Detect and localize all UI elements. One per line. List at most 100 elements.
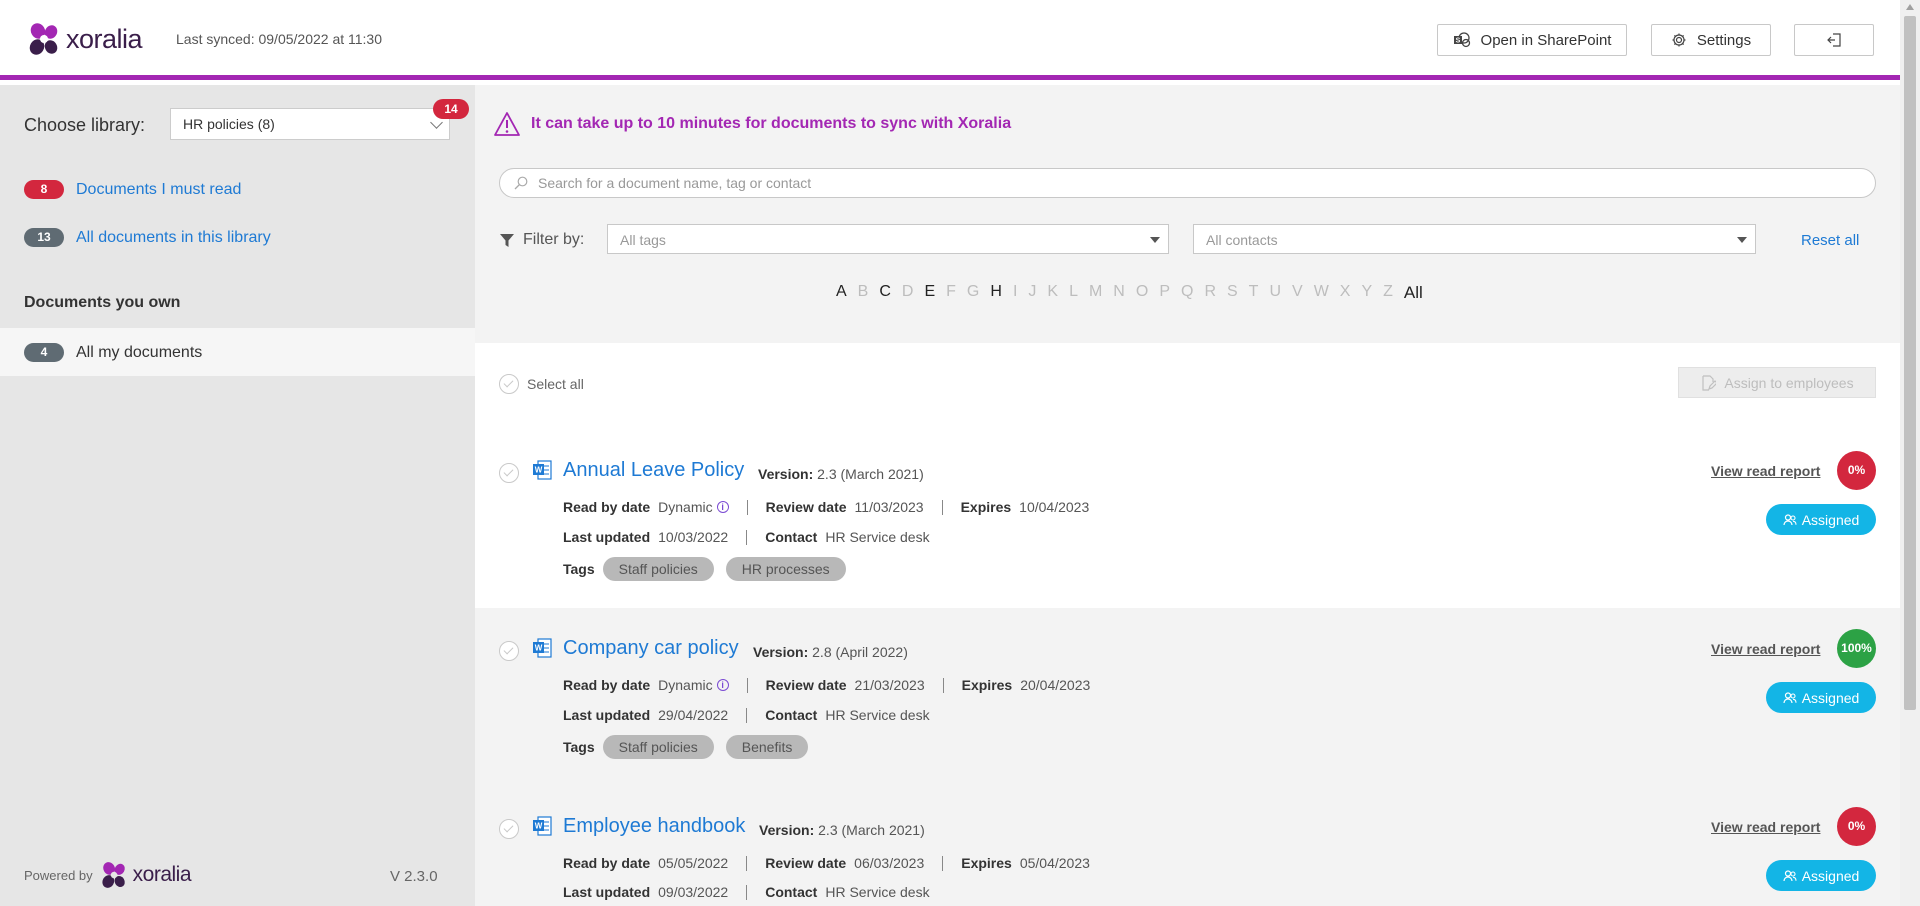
info-icon[interactable]: i — [716, 679, 729, 691]
tag-chip[interactable]: Benefits — [725, 735, 809, 759]
alpha-filter-b[interactable]: B — [858, 283, 869, 303]
select-all-label: Select all — [527, 376, 584, 392]
filter-icon — [499, 233, 515, 248]
xoralia-logo[interactable]: xoralia — [28, 22, 143, 56]
sidebar-item-all-documents[interactable]: 13 All documents in this library — [24, 228, 271, 247]
search-input[interactable]: Search for a document name, tag or conta… — [499, 168, 1876, 198]
alpha-filter-a[interactable]: A — [836, 283, 847, 303]
document-select-checkbox[interactable] — [499, 819, 519, 839]
sync-warning: It can take up to 10 minutes for documen… — [493, 111, 1011, 137]
powered-brand-name: xoralia — [132, 863, 192, 886]
users-icon — [1783, 869, 1797, 883]
document-version: Version: 2.3 (March 2021) — [758, 466, 924, 482]
alpha-filter-r[interactable]: R — [1204, 283, 1216, 303]
alpha-filter-all[interactable]: All — [1404, 283, 1423, 303]
document-updated-contact: Last updated 09/03/2022 Contact HR Service… — [563, 884, 930, 900]
assigned-button[interactable]: Assigned — [1766, 682, 1876, 713]
alpha-filter-d[interactable]: D — [902, 283, 914, 303]
assigned-button[interactable]: Assigned — [1766, 860, 1876, 891]
tag-chip[interactable]: HR processes — [725, 557, 846, 581]
must-read-label: Documents I must read — [76, 180, 242, 198]
assign-to-employees-button[interactable]: Assign to employees — [1678, 367, 1876, 398]
exit-icon — [1826, 32, 1842, 48]
brand-name: xoralia — [66, 23, 143, 54]
all-documents-label: All documents in this library — [76, 228, 271, 246]
document-title-link[interactable]: Annual Leave Policy — [563, 459, 744, 482]
scrollbar-thumb[interactable] — [1904, 16, 1916, 710]
svg-text:W: W — [535, 644, 543, 653]
alpha-filter-t[interactable]: T — [1249, 283, 1259, 303]
alpha-filter-x[interactable]: X — [1340, 283, 1351, 303]
alpha-filter-p[interactable]: P — [1159, 283, 1170, 303]
alpha-filter-s[interactable]: S — [1227, 283, 1238, 303]
settings-label: Settings — [1696, 31, 1752, 49]
read-percent-badge: 100% — [1837, 629, 1876, 668]
contacts-filter-dropdown[interactable]: All contacts — [1193, 224, 1756, 254]
alpha-filter-v[interactable]: V — [1292, 283, 1303, 303]
settings-button[interactable]: Settings — [1651, 24, 1771, 56]
read-percent-badge: 0% — [1837, 451, 1876, 490]
xoralia-small-logo-icon — [101, 861, 127, 889]
alpha-filter-o[interactable]: O — [1136, 283, 1148, 303]
library-count-badge: 14 — [433, 99, 469, 119]
check-circle-icon — [499, 374, 519, 394]
view-read-report-link[interactable]: View read report — [1711, 463, 1820, 479]
page-scrollbar[interactable] — [1900, 0, 1920, 906]
tag-chip[interactable]: Staff policies — [602, 557, 714, 581]
users-icon — [1783, 691, 1797, 705]
view-read-report-link[interactable]: View read report — [1711, 819, 1820, 835]
document-row: W Employee handbook Version: 2.3 (March … — [475, 786, 1900, 906]
alpha-filter-n[interactable]: N — [1113, 283, 1125, 303]
alpha-filter-j[interactable]: J — [1028, 283, 1036, 303]
gear-icon — [1671, 32, 1687, 48]
edit-icon — [1700, 374, 1717, 391]
document-select-checkbox[interactable] — [499, 463, 519, 483]
document-dates: Read by date 05/05/2022 Review date 06/03/… — [563, 855, 1090, 871]
sidebar-item-must-read[interactable]: 8 Documents I must read — [24, 180, 241, 199]
document-tags: Tags Staff policies Benefits — [563, 735, 820, 759]
tags-filter-dropdown[interactable]: All tags — [607, 224, 1169, 254]
warning-icon — [493, 111, 521, 137]
contacts-filter-placeholder: All contacts — [1206, 232, 1278, 248]
scroll-up-arrow-icon[interactable] — [1906, 4, 1914, 10]
alpha-filter-e[interactable]: E — [924, 283, 935, 303]
document-title-link[interactable]: Company car policy — [563, 637, 739, 660]
sidebar: Choose library: HR policies (8) 14 8 Doc… — [0, 85, 475, 906]
document-version: Version: 2.3 (March 2021) — [759, 822, 925, 838]
document-list: Select all Assign to employees W Annual … — [475, 343, 1900, 906]
select-all-checkbox[interactable]: Select all — [499, 374, 584, 394]
assigned-button[interactable]: Assigned — [1766, 504, 1876, 535]
alpha-filter-y[interactable]: Y — [1361, 283, 1372, 303]
reset-all-link[interactable]: Reset all — [1801, 232, 1859, 249]
document-select-checkbox[interactable] — [499, 641, 519, 661]
alpha-filter-i[interactable]: I — [1013, 283, 1017, 303]
document-row: W Annual Leave Policy Version: 2.3 (Marc… — [475, 430, 1900, 608]
tag-chip[interactable]: Staff policies — [602, 735, 714, 759]
alpha-filter-k[interactable]: K — [1047, 283, 1058, 303]
alpha-filter-f[interactable]: F — [946, 283, 956, 303]
open-sharepoint-button[interactable]: S Open in SharePoint — [1437, 24, 1627, 56]
app-header: xoralia Last synced: 09/05/2022 at 11:30… — [0, 0, 1900, 80]
view-read-report-link[interactable]: View read report — [1711, 641, 1820, 657]
exit-button[interactable] — [1794, 24, 1874, 56]
alpha-filter-q[interactable]: Q — [1181, 283, 1193, 303]
alpha-filter-l[interactable]: L — [1069, 283, 1078, 303]
alpha-filter-m[interactable]: M — [1089, 283, 1102, 303]
alpha-filter-h[interactable]: H — [990, 283, 1002, 303]
document-dates: Read by date Dynamic i Review date 21/03/20… — [563, 677, 1091, 693]
alpha-filter-w[interactable]: W — [1314, 283, 1329, 303]
svg-text:W: W — [535, 822, 543, 831]
alpha-filter-z[interactable]: Z — [1383, 283, 1393, 303]
alpha-filter-u[interactable]: U — [1269, 283, 1281, 303]
sidebar-item-my-documents[interactable]: 4 All my documents — [0, 328, 475, 376]
document-title-link[interactable]: Employee handbook — [563, 815, 745, 838]
main-content: It can take up to 10 minutes for documen… — [475, 85, 1900, 906]
alpha-filter-c[interactable]: C — [879, 283, 891, 303]
library-select[interactable]: HR policies (8) — [170, 108, 450, 140]
word-doc-icon: W — [532, 460, 552, 485]
alpha-filter-g[interactable]: G — [967, 283, 979, 303]
users-icon — [1783, 513, 1797, 527]
app-version: V 2.3.0 — [390, 868, 438, 885]
info-icon[interactable]: i — [716, 501, 729, 513]
svg-text:W: W — [535, 466, 543, 475]
